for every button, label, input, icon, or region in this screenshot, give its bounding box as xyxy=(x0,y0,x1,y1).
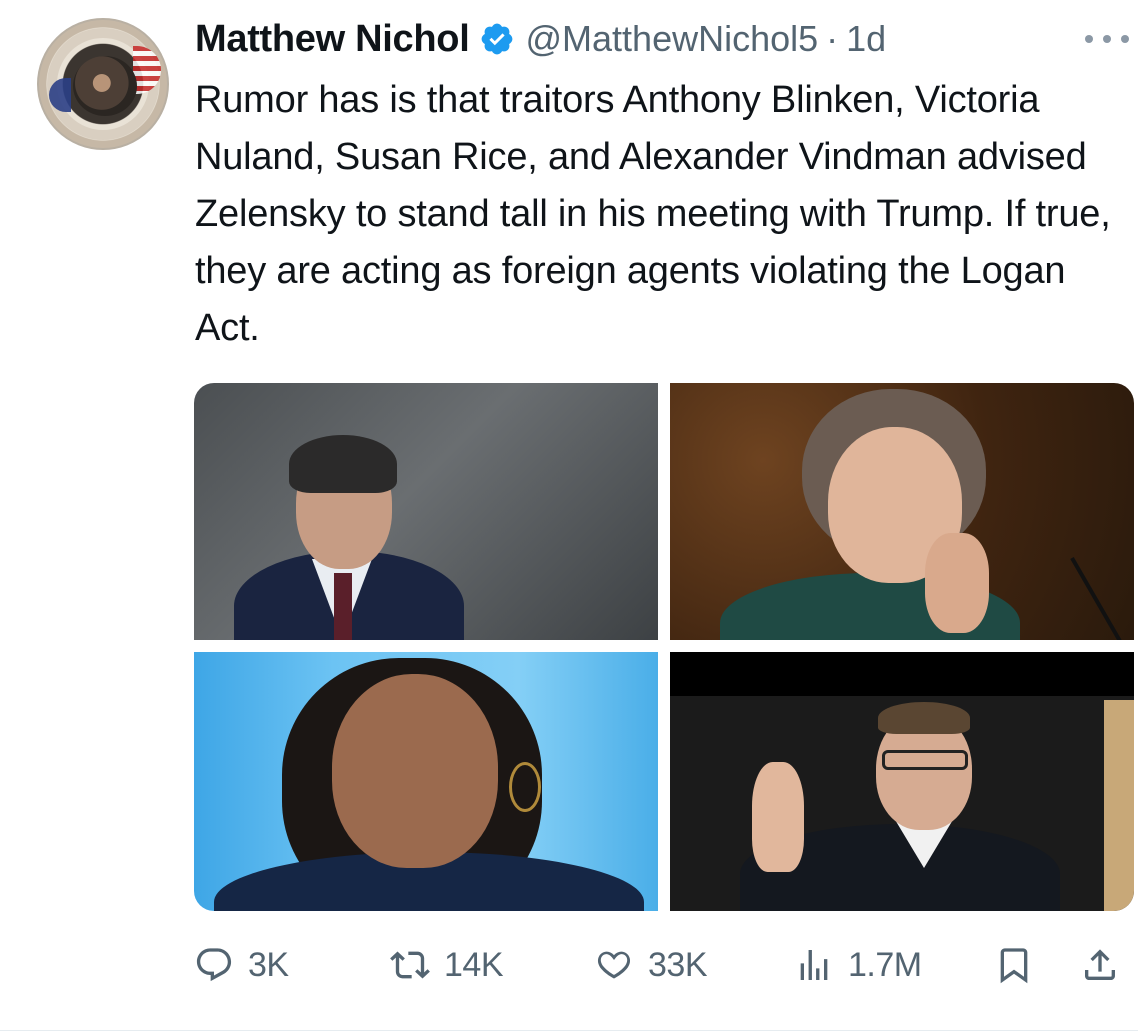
avatar-photo xyxy=(73,56,137,116)
views-count: 1.7M xyxy=(848,945,922,984)
author-name[interactable]: Matthew Nichol xyxy=(195,18,470,61)
like-button[interactable]: 33K xyxy=(594,935,708,995)
reply-count: 3K xyxy=(248,945,289,984)
media-photo-1[interactable] xyxy=(194,383,658,640)
repost-icon xyxy=(390,951,430,979)
repost-button[interactable]: 14K xyxy=(390,935,504,995)
bookmark-icon xyxy=(1000,948,1028,984)
repost-count: 14K xyxy=(444,945,504,984)
media-photo-3[interactable] xyxy=(194,652,658,911)
share-icon xyxy=(1085,949,1115,980)
author-avatar[interactable] xyxy=(37,18,169,150)
more-options-icon[interactable] xyxy=(1085,24,1129,54)
tweet-timestamp[interactable]: 1d xyxy=(846,18,886,60)
media-grid xyxy=(194,383,1134,911)
tweet-text: Rumor has is that traitors Anthony Blink… xyxy=(195,79,1111,349)
media-photo-4[interactable] xyxy=(670,652,1134,911)
header-separator: · xyxy=(826,18,839,59)
author-handle[interactable]: @MatthewNichol5 xyxy=(525,18,818,60)
heart-icon xyxy=(597,951,631,979)
views-chart-icon xyxy=(800,950,828,980)
like-count: 33K xyxy=(648,945,708,984)
bookmark-button[interactable] xyxy=(994,935,1034,995)
verified-badge-icon xyxy=(482,23,513,55)
views-button[interactable]: 1.7M xyxy=(794,935,922,995)
media-photo-2[interactable] xyxy=(670,383,1134,640)
reply-icon xyxy=(196,948,232,982)
share-button[interactable] xyxy=(1080,935,1120,995)
tweet-actions: 3K 14K 33K 1.7M xyxy=(194,935,1134,995)
tweet-header: Matthew Nichol @MatthewNichol5 · 1d xyxy=(195,14,886,64)
reply-button[interactable]: 3K xyxy=(194,935,289,995)
